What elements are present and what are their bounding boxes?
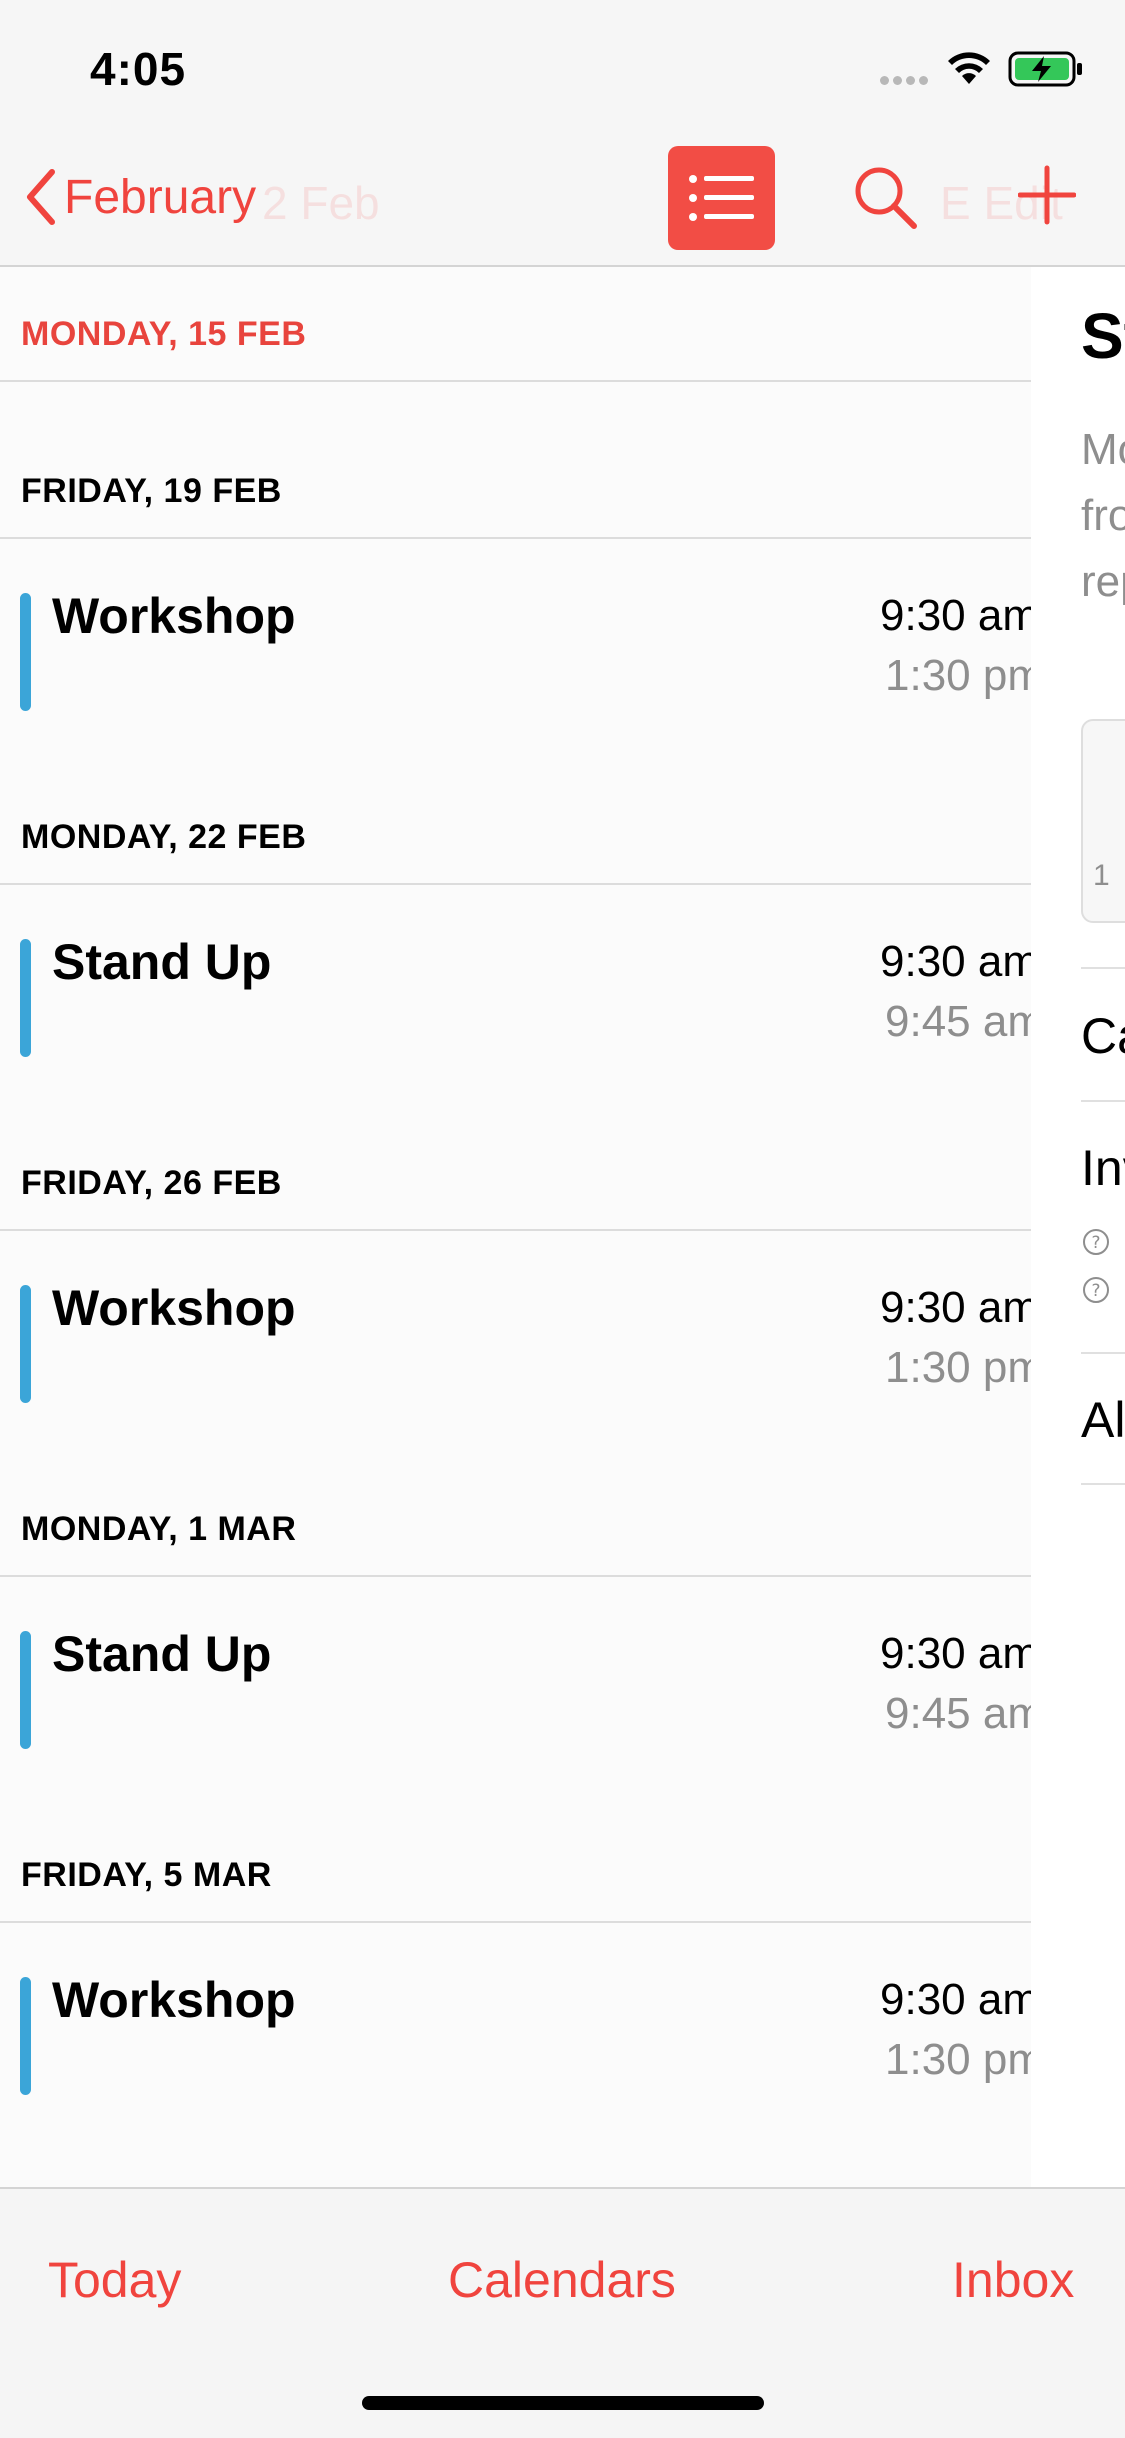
today-button[interactable]: Today <box>48 2251 181 2309</box>
detail-title: St <box>1081 300 1125 372</box>
event-row[interactable]: Workshop 9:30 am 1:30 pm <box>0 1279 1031 1449</box>
section-header: FRIDAY, 26 FEB <box>21 1164 282 1202</box>
detail-alert-row[interactable]: Al <box>1081 1391 1125 1449</box>
event-start-time: 9:30 am <box>880 1283 1031 1332</box>
divider <box>1081 967 1125 969</box>
event-title: Workshop <box>52 1972 296 2028</box>
status-time: 4:05 <box>90 43 187 95</box>
svg-text:?: ? <box>1091 1281 1100 1301</box>
inbox-button[interactable]: Inbox <box>952 2251 1074 2309</box>
faded-date-title: 2 Feb <box>262 177 380 229</box>
detail-notes-line: Mo <box>1081 425 1125 474</box>
wifi-icon <box>948 52 990 84</box>
event-row[interactable]: Stand Up 9:30 am 9:45 am <box>0 1625 1031 1795</box>
search-button[interactable] <box>852 164 918 235</box>
divider <box>0 537 1031 539</box>
back-button[interactable]: February <box>24 168 256 226</box>
event-start-time: 9:30 am <box>880 591 1031 640</box>
divider <box>0 1575 1031 1577</box>
event-title: Stand Up <box>52 934 272 990</box>
event-end-time: 9:45 am <box>885 1689 1031 1738</box>
divider <box>0 1921 1031 1923</box>
detail-calendar-row[interactable]: Ca <box>1081 1007 1125 1065</box>
event-start-time: 9:30 am <box>880 937 1031 986</box>
battery-charging-icon <box>1008 51 1082 87</box>
detail-notes-line: rep <box>1081 557 1125 606</box>
navigation-bar: February 2 Feb E Edit <box>0 140 1125 267</box>
chevron-left-icon <box>27 169 55 225</box>
section-header: MONDAY, 22 FEB <box>21 818 307 856</box>
divider <box>1081 1352 1125 1354</box>
event-start-time: 9:30 am <box>880 1975 1031 2024</box>
calendar-color-bar <box>20 1977 31 2095</box>
svg-text:?: ? <box>1091 1233 1100 1253</box>
event-end-time: 1:30 pm <box>885 1343 1031 1392</box>
back-label: February <box>64 170 257 224</box>
event-title: Stand Up <box>52 1626 272 1682</box>
calendars-button[interactable]: Calendars <box>448 2251 676 2309</box>
event-row[interactable]: Workshop 9:30 am 1:30 pm <box>0 1971 1031 2141</box>
detail-notes: Mo fro rep <box>1081 417 1125 615</box>
question-icon: ? <box>1083 1229 1109 1255</box>
event-row[interactable]: Workshop 9:30 am 1:30 pm <box>0 587 1031 757</box>
event-start-time: 9:30 am <box>880 1629 1031 1678</box>
detail-notes-line: fro <box>1081 491 1125 540</box>
calendar-color-bar <box>20 1631 31 1749</box>
divider <box>0 380 1031 382</box>
section-header: MONDAY, 1 MAR <box>21 1510 297 1548</box>
event-title: Workshop <box>52 588 296 644</box>
detail-invitees-row[interactable]: Inv <box>1081 1139 1125 1197</box>
event-row[interactable]: Stand Up 9:30 am 9:45 am <box>0 933 1031 1103</box>
event-end-time: 9:45 am <box>885 997 1031 1046</box>
list-view-button[interactable] <box>668 146 775 250</box>
search-icon <box>855 167 917 229</box>
divider <box>1081 1483 1125 1485</box>
event-end-time: 1:30 pm <box>885 651 1031 700</box>
calendar-color-bar <box>20 593 31 711</box>
calendar-color-bar <box>20 1285 31 1403</box>
event-detail-panel[interactable]: St Mo fro rep 1 Ca Inv ? ? Al <box>1031 267 1125 2187</box>
status-bar: 4:05 <box>0 0 1125 140</box>
section-header: FRIDAY, 19 FEB <box>21 472 282 510</box>
cellular-signal-icon <box>880 72 932 90</box>
question-icon: ? <box>1083 1277 1109 1303</box>
event-list[interactable]: MONDAY, 15 FEB FRIDAY, 19 FEB Workshop 9… <box>0 267 1031 2187</box>
divider <box>0 1229 1031 1231</box>
calendar-color-bar <box>20 939 31 1057</box>
detail-card-number: 1 <box>1093 859 1110 892</box>
add-event-button[interactable] <box>1017 164 1077 231</box>
home-indicator[interactable] <box>362 2396 764 2410</box>
plus-icon <box>1017 165 1077 225</box>
divider <box>0 883 1031 885</box>
divider <box>1081 1100 1125 1102</box>
section-header: FRIDAY, 5 MAR <box>21 1856 272 1894</box>
event-end-time: 1:30 pm <box>885 2035 1031 2084</box>
section-header-today: MONDAY, 15 FEB <box>21 315 307 353</box>
list-icon <box>689 175 754 221</box>
event-title: Workshop <box>52 1280 296 1336</box>
